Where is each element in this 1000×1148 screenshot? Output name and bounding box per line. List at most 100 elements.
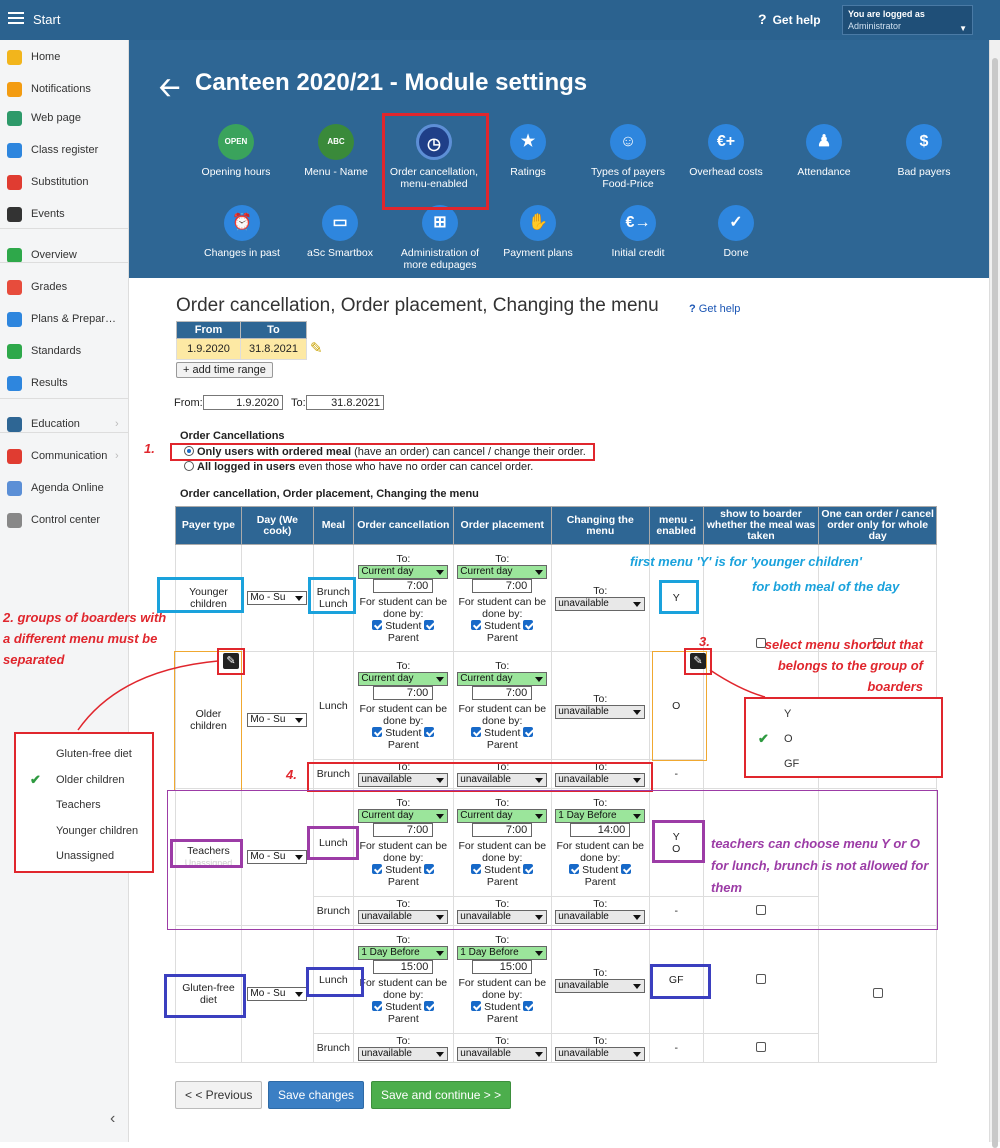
- collapse-sidebar-icon[interactable]: ‹: [110, 1110, 115, 1128]
- edit-group-button[interactable]: ✎: [223, 653, 239, 669]
- whole-day-checkbox[interactable]: [872, 988, 883, 998]
- option-all-users[interactable]: All logged in users even those who have …: [184, 461, 533, 473]
- parent-checkbox[interactable]: [424, 619, 435, 630]
- time-input[interactable]: 7:00: [373, 578, 434, 593]
- sidebar-item-13[interactable]: Agenda Online: [0, 478, 129, 500]
- scrollbar-thumb[interactable]: [992, 58, 998, 1148]
- deadline-select[interactable]: Current day: [457, 672, 548, 686]
- pencil-icon[interactable]: ✎: [310, 339, 323, 357]
- hamburger-icon[interactable]: [8, 12, 24, 26]
- tile-money-bag[interactable]: $ Bad payers: [879, 124, 969, 178]
- deadline-select[interactable]: unavailable: [358, 1047, 449, 1061]
- time-input[interactable]: 15:00: [373, 960, 434, 974]
- deadline-select[interactable]: Current day: [358, 672, 449, 686]
- sidebar-item-3[interactable]: Class register: [0, 140, 129, 162]
- deadline-select[interactable]: unavailable: [555, 978, 646, 993]
- time-input[interactable]: 7:00: [373, 686, 434, 700]
- day-select[interactable]: Mo - Su: [247, 713, 308, 727]
- student-checkbox[interactable]: [471, 1001, 482, 1011]
- deadline-select[interactable]: unavailable: [555, 704, 646, 719]
- range-to-value[interactable]: 31.8.2021: [240, 338, 307, 360]
- sidebar-item-4[interactable]: Substitution: [0, 172, 129, 194]
- start-label[interactable]: Start: [33, 12, 60, 27]
- time-input[interactable]: 7:00: [472, 686, 533, 700]
- range-from-value[interactable]: 1.9.2020: [176, 338, 241, 360]
- parent-label: Parent: [486, 1013, 518, 1025]
- sidebar-item-9[interactable]: Standards: [0, 341, 129, 363]
- from-input[interactable]: 1.9.2020: [203, 395, 283, 410]
- deadline-select[interactable]: 1 Day Before: [358, 946, 449, 960]
- menu-shortcut-option[interactable]: Y: [784, 708, 791, 720]
- sidebar-item-0[interactable]: Home: [0, 47, 129, 69]
- sidebar-item-1[interactable]: Notifications: [0, 79, 129, 101]
- sidebar-item-14[interactable]: Control center: [0, 510, 129, 532]
- to-label: To:: [396, 934, 411, 946]
- add-time-range-button[interactable]: + add time range: [176, 362, 273, 378]
- sidebar-item-7[interactable]: Grades: [0, 277, 129, 299]
- menu-shortcut-option[interactable]: GF: [784, 758, 799, 770]
- menu-shortcut-option[interactable]: O: [784, 733, 793, 745]
- deadline-select[interactable]: 1 Day Before: [457, 946, 548, 960]
- tile-walking[interactable]: ♟ Attendance: [779, 124, 869, 178]
- payer-type-option[interactable]: Younger children: [56, 825, 138, 837]
- tile-star[interactable]: ★ Ratings: [483, 124, 573, 178]
- tile-abc[interactable]: ABC Menu - Name: [291, 124, 381, 178]
- radio-all-users[interactable]: [184, 461, 194, 471]
- deadline-select[interactable]: unavailable: [555, 597, 646, 611]
- tile-checkmark[interactable]: ✓ Done: [691, 205, 781, 259]
- back-arrow-icon[interactable]: 🡠: [159, 69, 180, 113]
- parent-checkbox[interactable]: [523, 619, 534, 630]
- previous-button[interactable]: < < Previous: [175, 1081, 263, 1109]
- time-input[interactable]: 15:00: [472, 960, 533, 974]
- edit-menu-button[interactable]: ✎: [690, 653, 706, 669]
- grid-title: Order cancellation, Order placement, Cha…: [180, 488, 479, 500]
- payer-type-option[interactable]: Older children: [56, 774, 124, 786]
- tile-euro-arrow[interactable]: €→ Initial credit: [593, 205, 683, 259]
- parent-checkbox[interactable]: [523, 1001, 534, 1011]
- parent-checkbox[interactable]: [523, 727, 534, 737]
- highlight-gluten: [164, 974, 246, 1018]
- abc-icon: ABC: [318, 124, 354, 160]
- tile-alarm-clock[interactable]: ⏰ Changes in past: [197, 205, 287, 259]
- student-checkbox[interactable]: [471, 727, 482, 737]
- sidebar-item-2[interactable]: Web page: [0, 108, 129, 130]
- student-checkbox[interactable]: [372, 1001, 383, 1011]
- get-help-link[interactable]: ? Get help: [758, 11, 821, 27]
- sidebar-item-6[interactable]: Overview: [0, 245, 129, 267]
- sidebar-item-8[interactable]: Plans & Prepar…: [0, 309, 129, 331]
- to-input[interactable]: 31.8.2021: [306, 395, 384, 410]
- day-select[interactable]: Mo - Su: [247, 987, 308, 1001]
- sidebar-item-10[interactable]: Results: [0, 373, 129, 395]
- save-continue-button[interactable]: Save and continue > >: [371, 1081, 512, 1109]
- deadline-select[interactable]: Current day: [358, 564, 449, 579]
- payer-type-option[interactable]: Unassigned: [56, 850, 114, 862]
- parent-checkbox[interactable]: [424, 1001, 435, 1011]
- tile-org-chart[interactable]: ⊞ Administration of more edupages: [395, 205, 485, 271]
- tile-handshake[interactable]: ✋ Payment plans: [493, 205, 583, 259]
- payer-type-option[interactable]: Teachers: [56, 799, 101, 811]
- tile-open-sign[interactable]: OPEN Opening hours: [191, 124, 281, 178]
- user-selector[interactable]: You are logged as Administrator ▼: [842, 5, 973, 35]
- payer-type-option[interactable]: Gluten-free diet: [56, 748, 132, 760]
- student-checkbox[interactable]: [372, 727, 383, 737]
- sidebar-item-5[interactable]: Events: [0, 204, 129, 226]
- section-help-link[interactable]: ? Get help: [689, 303, 740, 315]
- tile-euro-plus[interactable]: €+ Overhead costs: [681, 124, 771, 178]
- deadline-select[interactable]: unavailable: [457, 1047, 548, 1061]
- save-changes-button[interactable]: Save changes: [268, 1081, 365, 1109]
- day-select[interactable]: Mo - Su: [247, 591, 308, 605]
- shield-icon: [7, 344, 22, 359]
- deadline-select[interactable]: unavailable: [555, 1047, 646, 1061]
- student-checkbox[interactable]: [372, 619, 383, 630]
- show-taken-checkbox[interactable]: [756, 973, 766, 984]
- sidebar-item-12[interactable]: Communication ›: [0, 446, 129, 468]
- time-input[interactable]: 7:00: [472, 578, 533, 593]
- student-checkbox[interactable]: [471, 619, 482, 630]
- tile-payers[interactable]: ☺ Types of payers Food-Price: [583, 124, 673, 190]
- from-label: From:: [174, 397, 203, 409]
- show-taken-checkbox[interactable]: [756, 1042, 766, 1052]
- parent-checkbox[interactable]: [424, 727, 435, 737]
- deadline-select[interactable]: Current day: [457, 564, 548, 579]
- tile-monitor[interactable]: ▭ aSc Smartbox: [295, 205, 385, 259]
- scrollbar[interactable]: [989, 40, 1000, 1148]
